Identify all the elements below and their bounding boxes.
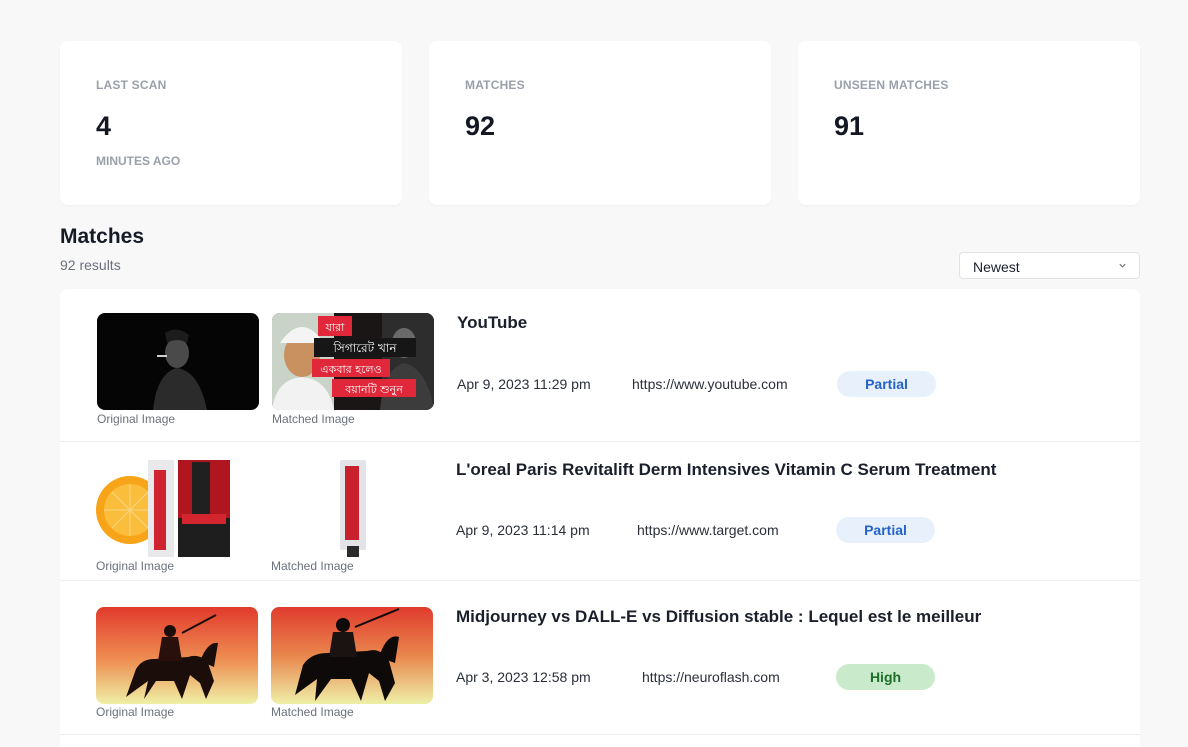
matched-image[interactable]: যারা সিগারেট খান একবার হলেও বয়ানটি শুনু… [272,313,434,410]
matched-image-caption: Matched Image [272,412,355,426]
sort-selected-value: Newest [973,259,1020,275]
original-image[interactable] [97,313,259,410]
match-date: Apr 3, 2023 12:58 pm [456,669,591,685]
original-image-caption: Original Image [96,559,175,573]
sort-select[interactable]: Newest [959,252,1140,279]
matched-image[interactable] [271,460,433,557]
matched-image-caption: Matched Image [271,705,354,719]
match-url[interactable]: https://www.youtube.com [632,376,788,392]
match-url[interactable]: https://www.target.com [637,522,779,538]
unseen-matches-card: UNSEEN MATCHES 91 [798,41,1140,205]
matched-image-caption: Matched Image [271,559,354,573]
matches-list: Original Image যারা সিগারেট খান একবার হল… [60,289,1140,747]
matched-image-text-4: বয়ানটি শুনুন [344,383,403,396]
matched-image[interactable] [271,607,433,704]
match-date: Apr 9, 2023 11:29 pm [457,376,591,392]
matches-card: MATCHES 92 [429,41,771,205]
match-url[interactable]: https://neuroflash.com [642,669,780,685]
matched-image-text-3: একবার হলেও [320,363,381,376]
section-title: Matches [60,225,145,248]
match-title[interactable]: YouTube [457,313,527,333]
last-scan-card: LAST SCAN 4 MINUTES AGO [60,41,402,205]
original-image[interactable] [96,607,258,704]
matches-label: MATCHES [465,78,525,92]
match-title[interactable]: L'oreal Paris Revitalift Derm Intensives… [456,460,996,480]
original-image[interactable] [96,460,258,557]
original-image-caption: Original Image [97,412,176,426]
matched-image-text-1: যারা [325,321,346,334]
unseen-matches-value: 91 [834,111,865,141]
matches-value: 92 [465,111,496,141]
original-image-caption: Original Image [96,705,175,719]
stats-row: LAST SCAN 4 MINUTES AGO MATCHES 92 UNSEE… [60,41,1140,205]
match-title[interactable]: Midjourney vs DALL-E vs Diffusion stable… [456,607,981,627]
last-scan-value: 4 [96,111,112,141]
chevron-down-icon [1119,263,1126,268]
match-date: Apr 9, 2023 11:14 pm [456,522,590,538]
match-confidence-badge: High [836,664,935,690]
match-confidence-badge: Partial [837,371,936,397]
unseen-matches-label: UNSEEN MATCHES [834,78,949,92]
match-confidence-badge: Partial [836,517,935,543]
matched-image-text-2: সিগারেট খান [332,341,397,355]
result-count: 92 results [60,257,121,273]
match-row[interactable]: Original Image Matched Image L'oreal Par… [60,442,1140,581]
match-row[interactable]: Original Image যারা সিগারেট খান একবার হল… [60,289,1140,442]
match-row[interactable]: Original Image Matched Image Midjourney … [60,581,1140,735]
last-scan-label: LAST SCAN [96,78,167,92]
last-scan-unit: MINUTES AGO [96,154,181,168]
